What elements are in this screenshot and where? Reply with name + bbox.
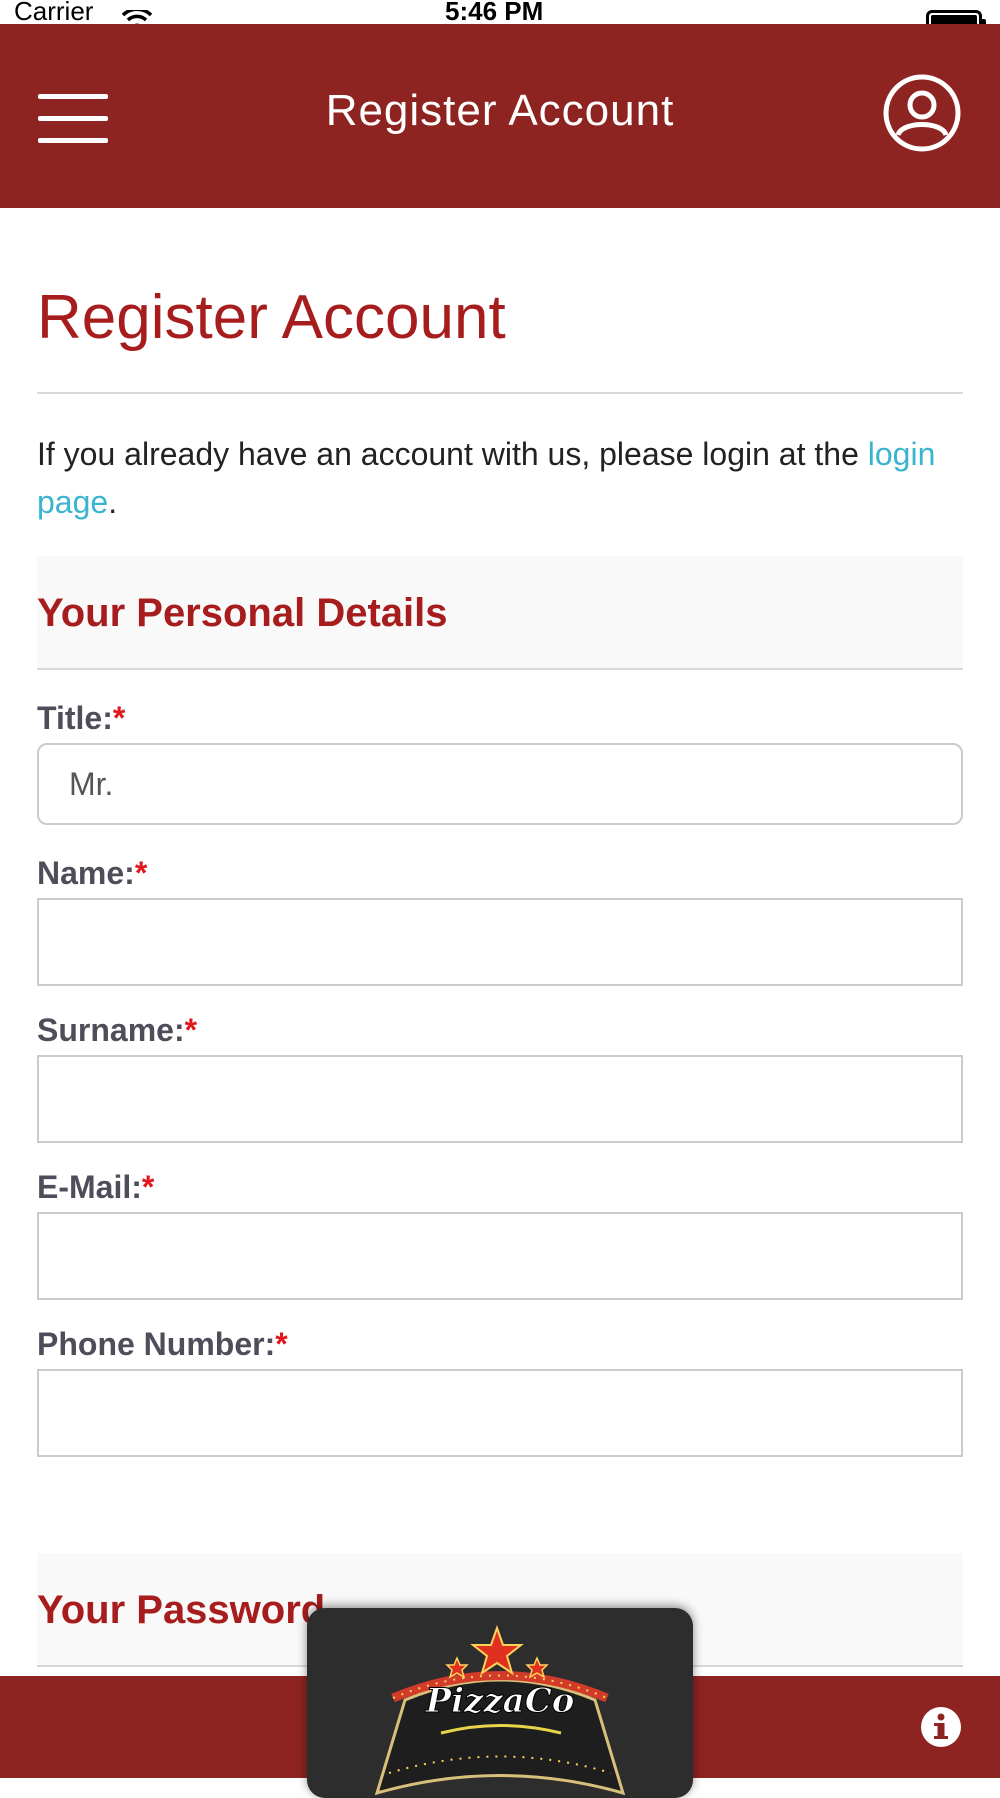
name-label: Name:* [37,855,963,892]
required-asterisk: * [275,1326,288,1362]
title-select[interactable]: Mr. [37,743,963,825]
name-field-group: Name:* [37,855,963,986]
surname-label-text: Surname: [37,1012,185,1048]
required-asterisk: * [112,700,126,736]
required-asterisk: * [134,855,148,891]
surname-label: Surname:* [37,1012,963,1049]
name-label-text: Name: [37,855,135,891]
email-label-text: E-Mail: [37,1169,142,1205]
email-field-group: E-Mail:* [37,1169,963,1300]
required-asterisk: * [184,1012,198,1048]
title-field-group: Title:* Mr. [37,700,963,825]
phone-field-group: Phone Number:* [37,1326,963,1457]
page-title: Register Account [37,208,963,394]
carrier-label: Carrier [14,0,94,26]
name-input[interactable] [37,898,963,986]
status-bar: Carrier 5:46 PM [0,0,1000,34]
title-label-text: Title: [37,700,113,736]
intro-text-body: If you already have an account with us, … [37,436,868,472]
required-asterisk: * [141,1169,155,1205]
email-label: E-Mail:* [37,1169,963,1206]
logo-text: PizzaCo [425,1681,575,1721]
phone-input[interactable] [37,1369,963,1457]
pizzaco-logo-button[interactable]: PizzaCo [307,1608,693,1798]
personal-details-heading: Your Personal Details [37,556,963,670]
user-profile-icon[interactable] [882,73,962,153]
header-title: Register Account [325,86,675,135]
phone-label-text: Phone Number: [37,1326,276,1362]
email-input[interactable] [37,1212,963,1300]
title-label: Title:* [37,700,963,737]
surname-field-group: Surname:* [37,1012,963,1143]
phone-label: Phone Number:* [37,1326,963,1363]
pizzaco-logo: PizzaCo [374,1624,626,1796]
main-content: Register Account If you already have an … [37,208,963,1667]
surname-input[interactable] [37,1055,963,1143]
info-icon[interactable] [920,1706,962,1748]
intro-text: If you already have an account with us, … [37,430,963,526]
intro-text-end: . [108,484,118,520]
app-header: Register Account [0,24,1000,208]
status-time: 5:46 PM [445,0,544,26]
